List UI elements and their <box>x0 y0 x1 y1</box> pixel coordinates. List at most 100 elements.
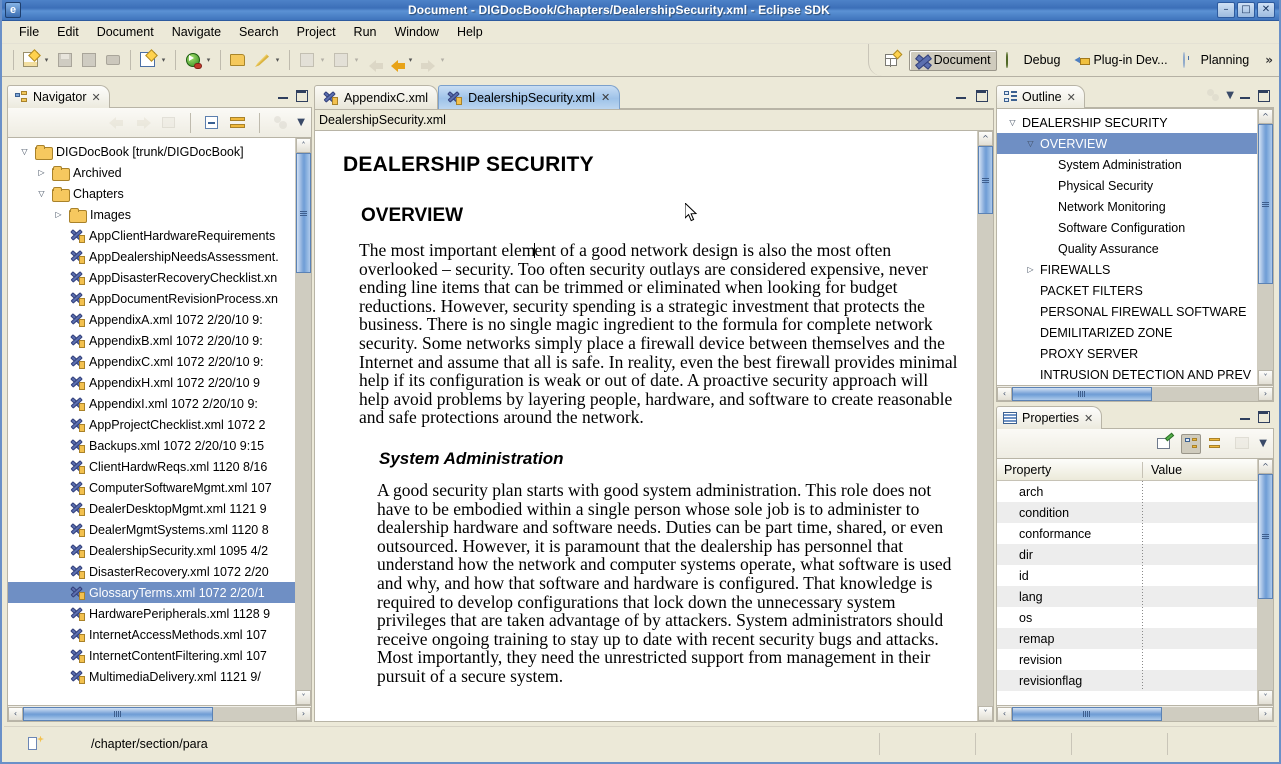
scroll-up-button[interactable]: ^ <box>1258 109 1273 124</box>
outline-vertical-scrollbar[interactable]: ^ ˅ <box>1257 109 1273 385</box>
scroll-thumb[interactable] <box>1258 124 1273 284</box>
maximize-icon[interactable] <box>294 88 308 102</box>
scroll-track[interactable] <box>23 707 296 721</box>
tab-navigator[interactable]: Navigator ✕ <box>7 85 110 108</box>
scroll-left-button[interactable]: ‹ <box>997 707 1012 721</box>
scroll-track[interactable] <box>1258 474 1273 690</box>
navigator-tree-item[interactable]: ▽Chapters <box>8 183 295 204</box>
navigator-tree-item[interactable]: ComputerSoftwareMgmt.xml 107 <box>8 477 295 498</box>
scroll-down-button[interactable]: ˅ <box>1258 690 1273 705</box>
navigator-tree-item[interactable]: DealerDesktopMgmt.xml 1121 9 <box>8 498 295 519</box>
minimize-icon[interactable] <box>276 88 290 102</box>
outline-tree-item[interactable]: ▽DEALERSHIP SECURITY <box>997 112 1257 133</box>
toolbar-last-edit-location[interactable] <box>363 50 385 71</box>
navigator-tree-item[interactable]: AppDocumentRevisionProcess.xn <box>8 288 295 309</box>
scroll-thumb[interactable] <box>296 153 311 273</box>
properties-row[interactable]: remap <box>997 628 1257 649</box>
chevron-down-icon[interactable]: ▾ <box>318 56 327 64</box>
navigator-tree-item[interactable]: InternetContentFiltering.xml 107 <box>8 645 295 666</box>
navigator-tree-item[interactable]: HardwarePeripherals.xml 1128 9 <box>8 603 295 624</box>
perspective-overflow-button[interactable]: » <box>1265 53 1273 67</box>
scroll-thumb[interactable] <box>23 707 213 721</box>
properties-row[interactable]: dir <box>997 544 1257 565</box>
chevron-right-icon[interactable]: ▷ <box>35 168 48 177</box>
navigator-tree[interactable]: ▽DIGDocBook [trunk/DIGDocBook]▷Archived▽… <box>8 138 295 705</box>
document-paragraph-2[interactable]: A good security plan starts with good sy… <box>377 481 959 686</box>
chevron-down-icon[interactable]: ▼ <box>1226 90 1234 101</box>
scroll-track[interactable] <box>1012 387 1258 401</box>
navigator-tree-item[interactable]: AppDisasterRecoveryChecklist.xn <box>8 267 295 288</box>
filters-icon[interactable] <box>1206 87 1222 103</box>
chevron-down-icon[interactable]: ▽ <box>1006 118 1019 127</box>
chevron-down-icon[interactable]: ▼ <box>297 117 305 128</box>
document-paragraph-1[interactable]: The most important element of a good net… <box>359 241 959 427</box>
close-icon[interactable]: ✕ <box>601 91 610 104</box>
minimize-button[interactable]: – <box>1217 2 1235 18</box>
navigator-tree-item[interactable]: AppendixA.xml 1072 2/20/10 9: <box>8 309 295 330</box>
navigator-tree-item[interactable]: ▽DIGDocBook [trunk/DIGDocBook] <box>8 141 295 162</box>
link-editor-icon[interactable] <box>228 113 248 133</box>
perspective-planning[interactable]: Planning <box>1176 50 1256 71</box>
navigator-tree-item[interactable]: DisasterRecovery.xml 1072 2/20 <box>8 561 295 582</box>
navigator-tree-item[interactable]: DealershipSecurity.xml 1095 4/2 <box>8 540 295 561</box>
scroll-track[interactable] <box>978 146 993 706</box>
menu-navigate[interactable]: Navigate <box>163 23 230 41</box>
categories-icon[interactable] <box>1181 434 1201 454</box>
scroll-down-button[interactable]: ˅ <box>1258 370 1273 385</box>
toolbar-back[interactable]: ▾ <box>385 50 417 71</box>
close-button[interactable]: ✕ <box>1257 2 1275 18</box>
document-content[interactable]: DEALERSHIP SECURITY OVERVIEW The most im… <box>315 131 977 721</box>
toolbar-next-annotation[interactable]: ▾ <box>329 48 363 72</box>
column-header-property[interactable]: Property <box>997 463 1142 477</box>
tab-outline[interactable]: Outline ✕ <box>996 85 1085 108</box>
navigator-tree-item[interactable]: InternetAccessMethods.xml 107 <box>8 624 295 645</box>
perspective-debug[interactable]: Debug <box>999 50 1067 71</box>
properties-row[interactable]: id <box>997 565 1257 586</box>
navigator-tree-item[interactable]: AppDealershipNeedsAssessment. <box>8 246 295 267</box>
toolbar-forward[interactable]: ▾ <box>417 50 449 71</box>
chevron-right-icon[interactable]: ▷ <box>52 210 65 219</box>
forward-arrow-icon[interactable] <box>133 113 153 133</box>
toolbar-edit-highlight[interactable]: ▾ <box>250 48 284 72</box>
filters-icon[interactable] <box>271 113 291 133</box>
chevron-right-icon[interactable]: ▷ <box>1024 265 1037 274</box>
editor-canvas[interactable]: DEALERSHIP SECURITY OVERVIEW The most im… <box>314 130 994 722</box>
scroll-right-button[interactable]: › <box>1258 387 1273 401</box>
open-perspective-icon[interactable] <box>883 51 901 69</box>
navigator-tree-item[interactable]: AppendixC.xml 1072 2/20/10 9: <box>8 351 295 372</box>
maximize-icon[interactable] <box>1256 409 1270 423</box>
toolbar-run[interactable]: ▾ <box>181 48 215 72</box>
scroll-thumb[interactable] <box>1012 707 1162 721</box>
perspective-document[interactable]: Document <box>909 50 997 71</box>
maximize-icon[interactable] <box>1256 88 1270 102</box>
editor-tab-dealershipsecurity[interactable]: DealershipSecurity.xml ✕ <box>438 85 620 109</box>
close-icon[interactable]: ✕ <box>92 91 101 104</box>
outline-tree-item[interactable]: DEMILITARIZED ZONE <box>997 322 1257 343</box>
chevron-down-icon[interactable]: ▾ <box>352 56 361 64</box>
chevron-down-icon[interactable]: ▾ <box>204 56 213 64</box>
properties-table[interactable]: Property Value archconditionconformanced… <box>997 459 1257 705</box>
navigator-vertical-scrollbar[interactable]: ˄ ˅ <box>295 138 311 705</box>
toolbar-open-resource[interactable] <box>226 48 250 72</box>
outline-tree-item[interactable]: ▽OVERVIEW <box>997 133 1257 154</box>
navigator-tree-item[interactable]: GlossaryTerms.xml 1072 2/20/1 <box>8 582 295 603</box>
maximize-button[interactable]: □ <box>1237 2 1255 18</box>
menu-run[interactable]: Run <box>345 23 386 41</box>
chevron-down-icon[interactable]: ▽ <box>1024 139 1037 148</box>
minimize-icon[interactable] <box>954 88 968 102</box>
properties-vertical-scrollbar[interactable]: ^ ˅ <box>1257 459 1273 705</box>
navigator-tree-item[interactable]: AppClientHardwareRequirements <box>8 225 295 246</box>
menu-help[interactable]: Help <box>448 23 492 41</box>
menu-window[interactable]: Window <box>385 23 447 41</box>
navigator-tree-item[interactable]: Backups.xml 1072 2/20/10 9:15 <box>8 435 295 456</box>
minimize-icon[interactable] <box>1238 409 1252 423</box>
scroll-up-button[interactable]: ˄ <box>296 138 311 153</box>
menu-search[interactable]: Search <box>230 23 288 41</box>
navigator-tree-item[interactable]: AppendixI.xml 1072 2/20/10 9: <box>8 393 295 414</box>
properties-row[interactable]: revision <box>997 649 1257 670</box>
chevron-down-icon[interactable]: ▽ <box>18 147 31 156</box>
outline-tree-item[interactable]: System Administration <box>997 154 1257 175</box>
toolbar-new-wizard[interactable]: ▾ <box>136 48 170 72</box>
outline-tree-item[interactable]: PACKET FILTERS <box>997 280 1257 301</box>
minimize-icon[interactable] <box>1238 88 1252 102</box>
